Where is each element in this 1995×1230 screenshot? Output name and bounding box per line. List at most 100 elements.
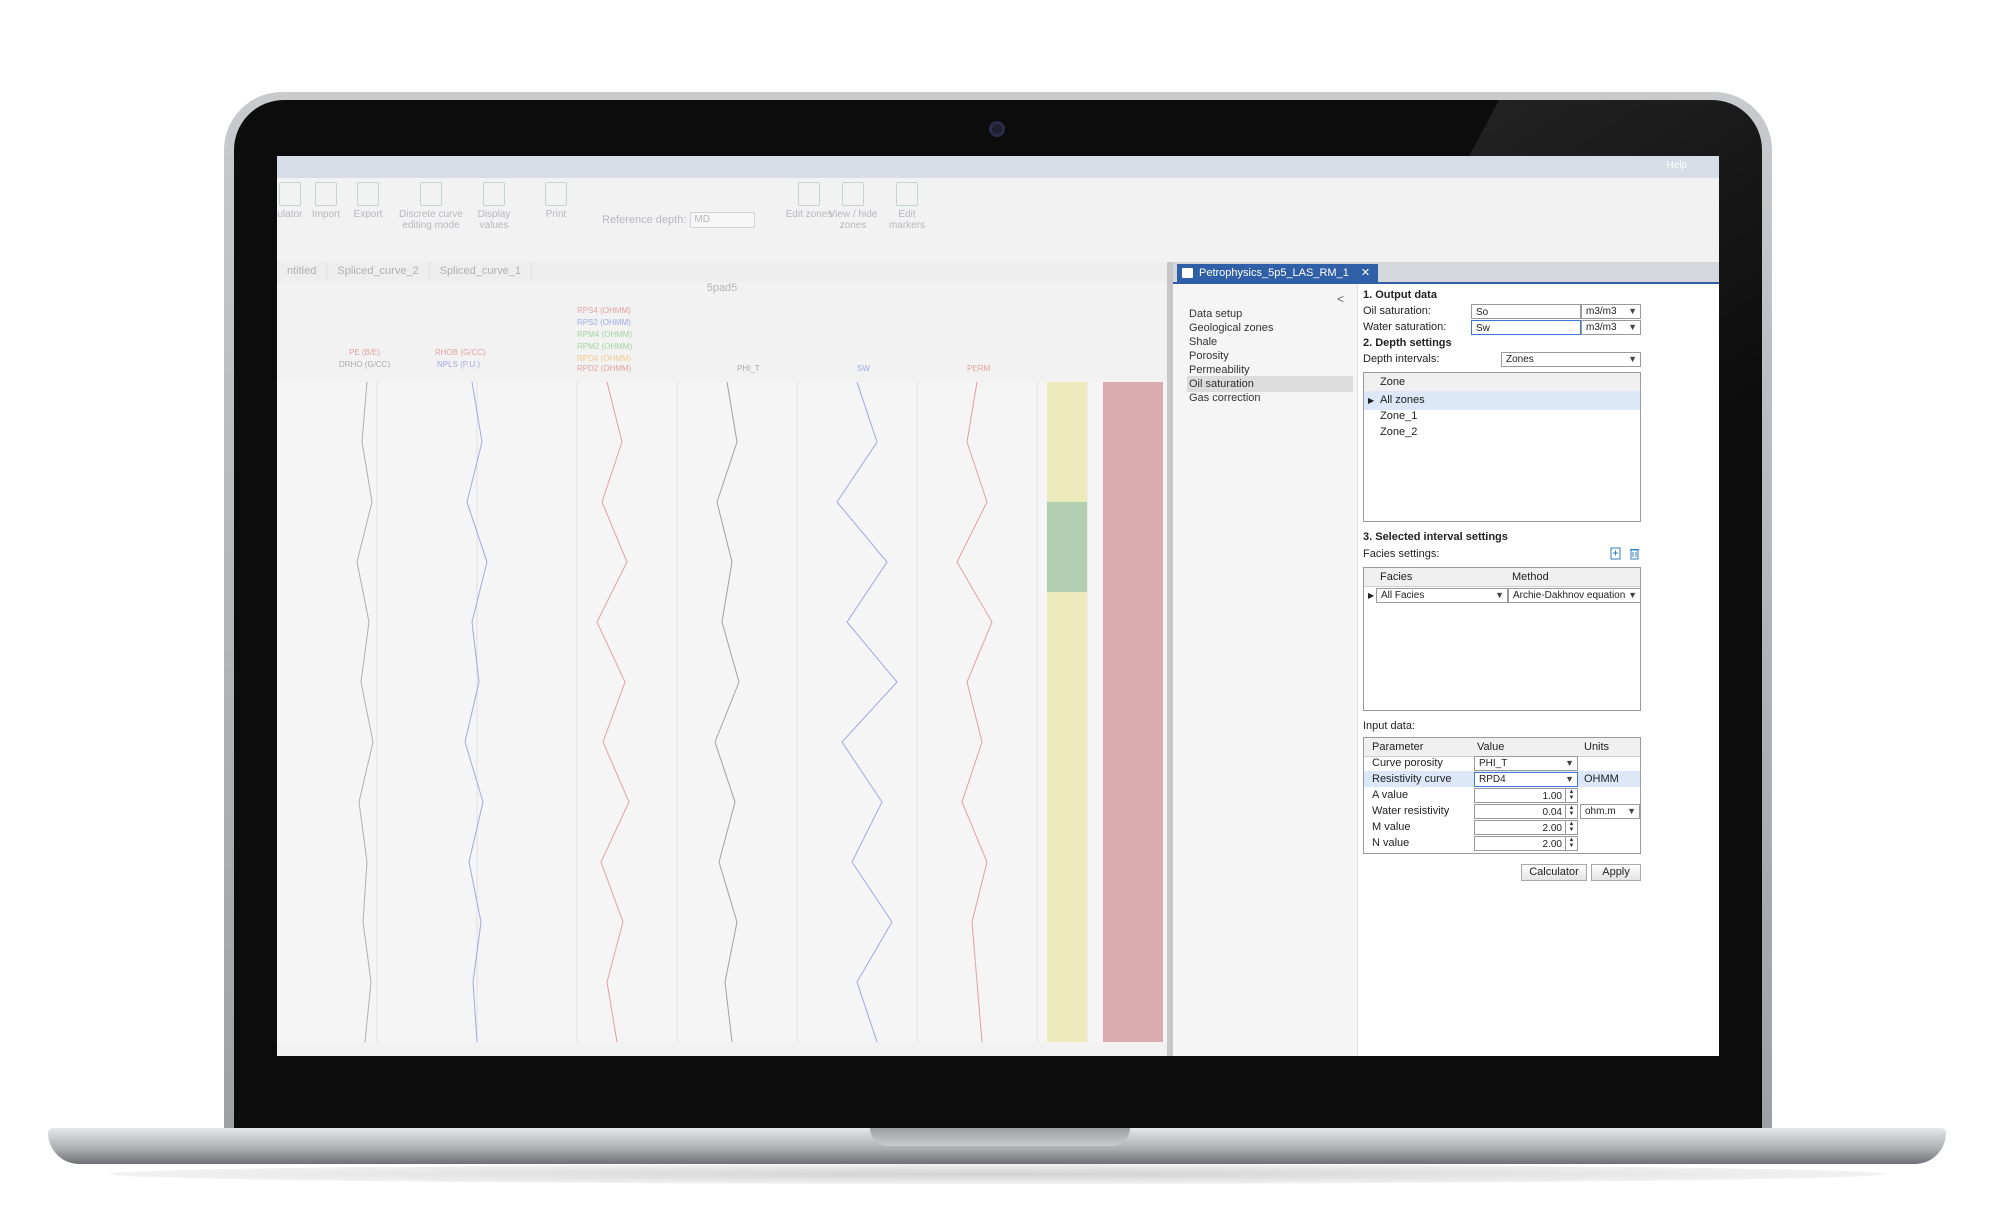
doc-tab-spliced-2[interactable]: Spliced_curve_2 <box>327 262 430 280</box>
print-label: Print <box>545 209 567 220</box>
row-pointer-icon: ▶ <box>1368 591 1375 600</box>
chevron-down-icon: ▼ <box>1495 590 1504 600</box>
collapse-icon[interactable]: < <box>1337 292 1344 306</box>
export-button[interactable]: Export <box>341 182 395 220</box>
log-viewer-background: ulator Import Export Discrete curve edit… <box>277 156 1167 1056</box>
param-value: RPD4 <box>1479 774 1506 785</box>
curve-headers: PE (B/E) DRHO (G/CC) RHOB (G/CC) NPLS (P… <box>277 302 1167 382</box>
resistivity-curve-select[interactable]: RPD4 ▼ <box>1474 772 1578 787</box>
stepper-arrows-icon[interactable]: ▲ ▼ <box>1565 837 1577 850</box>
edit-markers-button[interactable]: Edit markers <box>880 182 934 231</box>
calculator-button[interactable]: Calculator <box>1521 864 1587 881</box>
help-link[interactable]: Help <box>1666 160 1687 171</box>
import-label: Import <box>311 209 341 220</box>
petrophysics-icon <box>1182 268 1193 278</box>
curve-header: RPM2 (OHMM) <box>577 342 633 351</box>
nav-item-gas-correction[interactable]: Gas correction <box>1187 390 1353 406</box>
zone-row-2[interactable]: Zone_2 <box>1364 423 1640 442</box>
water-saturation-unit-select[interactable]: m3/m3 ▼ <box>1581 320 1641 335</box>
reference-depth: Reference depth: MD <box>602 212 756 228</box>
depth-intervals-value: Zones <box>1506 354 1534 365</box>
apply-button[interactable]: Apply <box>1591 864 1641 881</box>
zones-table: Zone ▶ All zones Zone_1 Zone_2 <box>1363 372 1641 522</box>
curve-header: RPS4 (OHMM) <box>577 306 631 315</box>
input-data-table: Parameter Value Units Curve porosity PHI… <box>1363 737 1641 854</box>
a-value-stepper[interactable]: 1.00 ▲ ▼ <box>1474 788 1578 803</box>
param-row-a-value: A value 1.00 ▲ ▼ <box>1364 787 1640 803</box>
delete-facies-icon[interactable] <box>1628 547 1641 560</box>
view-hide-zones-button[interactable]: View / hide zones <box>822 182 884 231</box>
display-values-label: Display values <box>477 209 511 231</box>
curve-header: PERM <box>967 364 991 373</box>
reference-depth-select[interactable]: MD <box>690 212 756 228</box>
oil-saturation-unit-select[interactable]: m3/m3 ▼ <box>1581 304 1641 319</box>
stepper-arrows-icon[interactable]: ▲ ▼ <box>1565 789 1577 802</box>
water-saturation-input[interactable]: Sw <box>1471 320 1581 335</box>
close-icon[interactable]: ✕ <box>1361 267 1370 279</box>
display-values-button[interactable]: Display values <box>467 182 521 231</box>
chevron-down-icon: ▼ <box>1628 354 1637 364</box>
curve-header: SW <box>857 364 870 373</box>
zone-column-header: Zone <box>1380 376 1406 388</box>
reference-depth-label: Reference depth: <box>602 213 687 226</box>
stepper-arrows-icon[interactable]: ▲ ▼ <box>1565 821 1577 834</box>
depth-intervals-label: Depth intervals: <box>1363 353 1440 365</box>
doc-tab-spliced-1[interactable]: Spliced_curve_1 <box>430 262 533 280</box>
output-data-title: 1. Output data <box>1363 289 1437 301</box>
laptop-notch <box>870 1128 1130 1146</box>
water-unit-value: m3/m3 <box>1586 322 1617 333</box>
chevron-down-icon: ▼ <box>1565 758 1574 768</box>
edit-zones-icon <box>798 182 820 206</box>
curve-header: PE (B/E) <box>349 348 381 357</box>
curve-header: RPM4 (OHMM) <box>577 330 633 339</box>
document-tabs: ntitled Spliced_curve_2 Spliced_curve_1 <box>277 262 1167 282</box>
app-screen: Help ulator Import Export Discrete curve… <box>277 156 1719 1056</box>
doc-tab-untitled[interactable]: ntitled <box>277 262 328 280</box>
param-name: N value <box>1372 837 1410 849</box>
facies-value: All Facies <box>1381 590 1425 601</box>
param-row-resistivity-curve: Resistivity curve RPD4 ▼ OHMM <box>1364 771 1640 787</box>
m-value-stepper[interactable]: 2.00 ▲ ▼ <box>1474 820 1578 835</box>
print-icon <box>545 182 567 206</box>
discrete-curve-button[interactable]: Discrete curve editing mode <box>392 182 470 231</box>
param-value: PHI_T <box>1479 758 1508 769</box>
oil-saturation-input[interactable]: So <box>1471 304 1581 319</box>
param-unit: ohm.m <box>1585 806 1616 817</box>
param-value: 0.04 <box>1542 807 1562 818</box>
export-icon <box>357 182 379 206</box>
laptop-shadow <box>110 1164 1885 1184</box>
zone-name: Zone_2 <box>1380 426 1418 438</box>
print-button[interactable]: Print <box>529 182 583 220</box>
param-value: 2.00 <box>1542 823 1562 834</box>
add-facies-icon[interactable] <box>1609 547 1622 560</box>
view-hide-zones-label: View / hide zones <box>828 209 878 231</box>
log-tracks[interactable] <box>277 382 1167 1042</box>
curve-porosity-select[interactable]: PHI_T ▼ <box>1474 756 1578 771</box>
water-saturation-label: Water saturation: <box>1363 321 1447 333</box>
panel-tab[interactable]: Petrophysics_5p5_LAS_RM_1 ✕ <box>1177 264 1379 282</box>
water-resistivity-unit-select[interactable]: ohm.m ▼ <box>1580 804 1640 819</box>
input-data-label: Input data: <box>1363 720 1415 732</box>
petrophysics-panel: Petrophysics_5p5_LAS_RM_1 ✕ < Data setup … <box>1173 262 1719 1056</box>
log-tracks-graphic <box>356 382 1163 1042</box>
curve-header: RPS2 (OHMM) <box>577 318 631 327</box>
facies-column-header: Facies <box>1380 571 1413 583</box>
curve-header: NPLS (P.U.) <box>437 360 480 369</box>
panel-tabbar: Petrophysics_5p5_LAS_RM_1 ✕ <box>1173 262 1719 284</box>
import-icon <box>315 182 337 206</box>
method-select[interactable]: Archie-Dakhnov equation ▼ <box>1508 588 1641 603</box>
param-row-n-value: N value 2.00 ▲ ▼ <box>1364 835 1640 851</box>
chevron-down-icon: ▼ <box>1628 590 1637 600</box>
parameter-column-header: Parameter <box>1372 741 1424 753</box>
interval-settings-title: 3. Selected interval settings <box>1363 531 1508 543</box>
panel-tab-title: Petrophysics_5p5_LAS_RM_1 <box>1199 267 1349 279</box>
param-value: 2.00 <box>1542 839 1562 850</box>
oil-saturation-label: Oil saturation: <box>1363 305 1431 317</box>
stepper-arrows-icon[interactable]: ▲ ▼ <box>1565 805 1577 818</box>
method-value: Archie-Dakhnov equation <box>1513 590 1626 601</box>
depth-intervals-select[interactable]: Zones ▼ <box>1501 352 1641 367</box>
n-value-stepper[interactable]: 2.00 ▲ ▼ <box>1474 836 1578 851</box>
facies-select[interactable]: All Facies ▼ <box>1376 588 1508 603</box>
water-resistivity-stepper[interactable]: 0.04 ▲ ▼ <box>1474 804 1578 819</box>
value-column-header: Value <box>1477 741 1505 753</box>
